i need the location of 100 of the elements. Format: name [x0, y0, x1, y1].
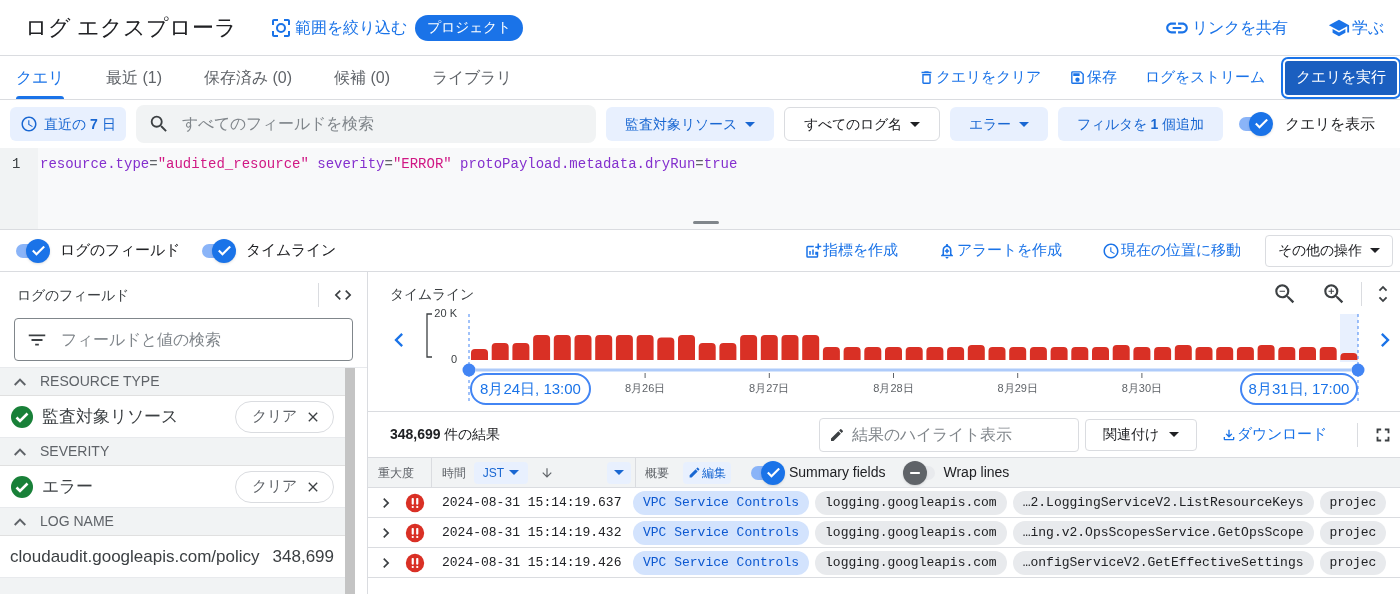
histogram-bar[interactable]: [553, 334, 571, 360]
correlate-button[interactable]: 関連付け: [1085, 418, 1197, 451]
histogram-bar[interactable]: [822, 347, 840, 360]
filter-dropdown[interactable]: 監査対象リソース: [605, 107, 774, 141]
histogram-bar[interactable]: [657, 337, 675, 360]
histogram-bar[interactable]: [615, 334, 633, 360]
histogram-bar[interactable]: [533, 334, 551, 360]
histogram-bar[interactable]: [1112, 345, 1130, 360]
tab[interactable]: 最近 (1): [106, 56, 162, 99]
histogram-bar[interactable]: [1071, 347, 1089, 360]
histogram-bar[interactable]: [1195, 347, 1213, 360]
project-chip[interactable]: プロジェクト: [415, 14, 524, 41]
histogram-bar[interactable]: [1092, 347, 1109, 360]
field-value[interactable]: エラー: [42, 473, 93, 500]
histogram-bar[interactable]: [926, 347, 944, 360]
histogram-bar[interactable]: [1174, 345, 1192, 360]
clear-query-button[interactable]: クエリをクリア: [918, 56, 1041, 99]
field-search-field[interactable]: フィールドと値の検索: [14, 318, 353, 361]
summary-chip[interactable]: …onfigServiceV2.GetEffectiveSettings: [1012, 550, 1314, 575]
add-filter-button[interactable]: フィルタを 1 個追加: [1057, 107, 1224, 141]
histogram-bar[interactable]: [864, 347, 882, 360]
histogram-bar[interactable]: [595, 334, 613, 360]
histogram-bar[interactable]: [1257, 345, 1275, 360]
range-handle[interactable]: [462, 363, 476, 377]
tab[interactable]: クエリ: [16, 56, 64, 99]
histogram-bar[interactable]: [843, 347, 861, 360]
tab[interactable]: 保存済み (0): [204, 56, 292, 99]
summary-chip[interactable]: logging.googleapis.com: [815, 550, 1007, 575]
histogram-bar[interactable]: [740, 334, 758, 360]
histogram-bar[interactable]: [1340, 353, 1358, 360]
range-track[interactable]: [476, 368, 1351, 372]
histogram-bar[interactable]: [1154, 347, 1172, 360]
histogram-bar[interactable]: [760, 334, 778, 360]
histogram-bar[interactable]: [781, 334, 799, 360]
summary-chip[interactable]: logging.googleapis.com: [815, 490, 1007, 515]
summary-chip[interactable]: VPC Service Controls: [633, 490, 810, 515]
histogram-bar[interactable]: [719, 343, 737, 360]
histogram-bar[interactable]: [1029, 347, 1047, 360]
range-end-chip[interactable]: 8月31日, 17:00: [1240, 373, 1358, 405]
summary-chip[interactable]: logging.googleapis.com: [815, 520, 1007, 545]
summary-chip[interactable]: …ing.v2.OpsScopesService.GetOpsScope: [1012, 520, 1314, 545]
summary-chip[interactable]: projec: [1319, 550, 1387, 575]
histogram-bar[interactable]: [1236, 347, 1254, 360]
scope-button[interactable]: 範囲を絞り込む: [269, 15, 408, 40]
code-line[interactable]: resource.type="audited_resource" severity="ERROR" protoPayload.metadata.dryRun=true: [40, 154, 738, 175]
histogram-bar[interactable]: [471, 348, 488, 360]
histogram-bar[interactable]: [885, 347, 902, 360]
histogram-bar[interactable]: [1299, 347, 1316, 360]
histogram-bar[interactable]: [512, 343, 530, 360]
download-button[interactable]: ダウンロード: [1221, 423, 1327, 446]
range-handle[interactable]: [1351, 363, 1365, 377]
summary-chip[interactable]: VPC Service Controls: [633, 520, 810, 545]
highlight-field[interactable]: 結果のハイライト表示: [819, 417, 1079, 452]
learn-button[interactable]: 学ぶ: [1328, 15, 1384, 40]
histogram-bar[interactable]: [947, 347, 965, 360]
column-options-button[interactable]: [607, 461, 631, 484]
sort-arrow-icon[interactable]: [540, 465, 554, 480]
histogram-bar[interactable]: [1009, 347, 1027, 360]
histogram-bar[interactable]: [988, 347, 1006, 360]
histogram-bar[interactable]: [574, 334, 592, 360]
filter-dropdown[interactable]: すべてのログ名: [783, 107, 940, 141]
histogram-bar[interactable]: [1050, 347, 1068, 360]
histogram-bar[interactable]: [636, 334, 654, 360]
more-actions-button[interactable]: その他の操作: [1265, 234, 1393, 267]
histogram-bar[interactable]: [1133, 347, 1151, 360]
section-header[interactable]: SEVERITY: [0, 438, 348, 466]
time-range-button[interactable]: 直近の 7 日: [10, 107, 126, 141]
scrollbar[interactable]: [345, 368, 355, 594]
histogram-bar[interactable]: [802, 334, 820, 360]
section-header[interactable]: LOG NAME: [0, 508, 348, 536]
field-value[interactable]: 監査対象リソース: [42, 403, 178, 430]
axis-label: 8月28日: [873, 382, 914, 394]
histogram-bar[interactable]: [678, 334, 695, 360]
histogram-bar[interactable]: [905, 347, 923, 360]
save-button[interactable]: 保存: [1069, 56, 1117, 99]
summary-chip[interactable]: projec: [1319, 490, 1387, 515]
edit-button[interactable]: 編集: [683, 461, 731, 484]
field-value[interactable]: cloudaudit.googleapis.com/policy: [10, 543, 260, 570]
summary-chip[interactable]: …2.LoggingServiceV2.ListResourceKeys: [1012, 490, 1314, 515]
filter-dropdown[interactable]: エラー: [949, 107, 1048, 141]
resize-handle[interactable]: [693, 221, 719, 224]
tab[interactable]: 候補 (0): [334, 56, 390, 99]
histogram-bar[interactable]: [1278, 347, 1296, 360]
section-header[interactable]: RESOURCE TYPE: [0, 368, 348, 396]
create-alert-button[interactable]: アラートを作成: [938, 239, 1062, 262]
histogram-bar[interactable]: [491, 343, 509, 360]
create-metric-button[interactable]: 指標を作成: [804, 239, 898, 262]
timezone-dropdown[interactable]: JST: [474, 461, 528, 484]
histogram-bar[interactable]: [1216, 347, 1234, 360]
tab[interactable]: ライブラリ: [432, 56, 512, 99]
share-link-button[interactable]: リンクを共有: [1164, 14, 1288, 41]
histogram-bar[interactable]: [1319, 347, 1337, 360]
jump-to-now-button[interactable]: 現在の位置に移動: [1102, 239, 1241, 262]
summary-chip[interactable]: projec: [1319, 520, 1387, 545]
range-start-chip[interactable]: 8月24日, 13:00: [470, 373, 591, 405]
histogram-bar[interactable]: [967, 345, 985, 360]
stream-logs-button[interactable]: ログをストリーム: [1145, 56, 1265, 99]
histogram-bar[interactable]: [698, 343, 716, 360]
summary-chip[interactable]: VPC Service Controls: [633, 550, 810, 575]
search-field[interactable]: すべてのフィールドを検索: [135, 105, 596, 143]
